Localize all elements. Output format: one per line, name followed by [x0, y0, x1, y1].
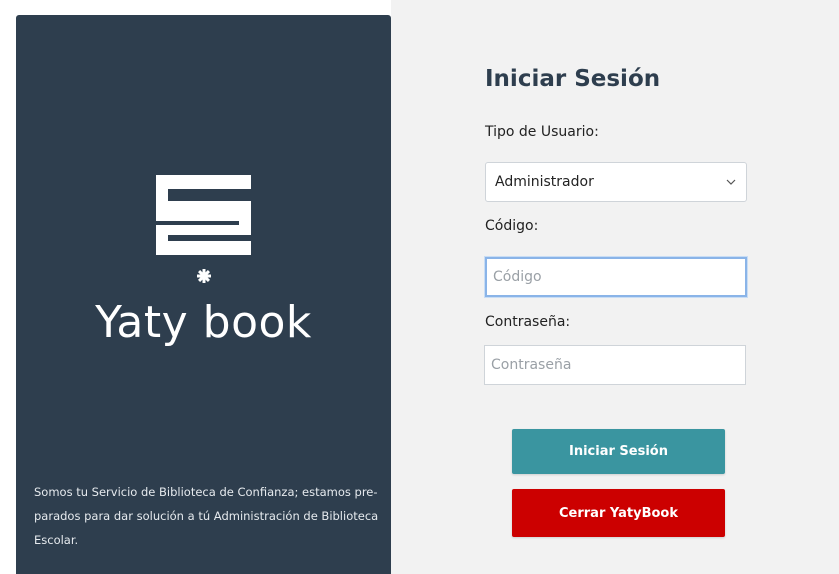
- code-label: Código:: [485, 218, 539, 234]
- app-window: Yaty book Somos tu Servicio de Bibliotec…: [0, 0, 839, 574]
- login-panel: Iniciar Sesión Tipo de Usuario: Administ…: [391, 0, 839, 574]
- brand-panel: Yaty book Somos tu Servicio de Bibliotec…: [16, 15, 391, 574]
- page-title: Iniciar Sesión: [485, 66, 661, 92]
- brand-name: Yaty book: [95, 297, 312, 348]
- user-type-label: Tipo de Usuario:: [485, 124, 599, 140]
- password-label: Contraseña:: [485, 314, 571, 330]
- password-input[interactable]: [484, 345, 746, 385]
- user-type-select[interactable]: Administrador: [485, 162, 747, 202]
- login-button[interactable]: Iniciar Sesión: [512, 429, 725, 474]
- code-input[interactable]: [485, 257, 747, 297]
- user-type-value: Administrador: [495, 174, 594, 190]
- close-app-button[interactable]: Cerrar YatyBook: [512, 489, 725, 537]
- brand-tagline: Somos tu Servicio de Biblioteca de Confi…: [34, 485, 379, 547]
- chevron-down-icon: [726, 179, 736, 185]
